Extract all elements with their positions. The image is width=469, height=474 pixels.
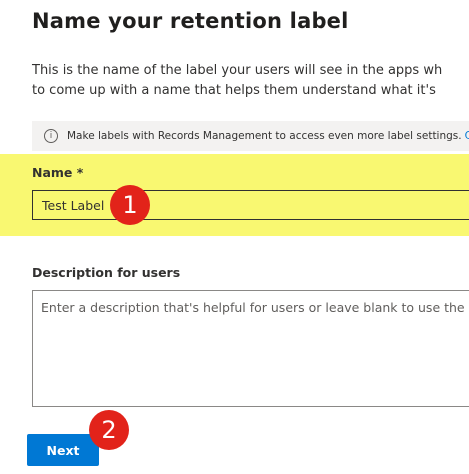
page-description-line: to come up with a name that helps them u…: [32, 83, 436, 98]
page-description-line: This is the name of the label your users…: [32, 63, 443, 78]
info-message-bar: i Make labels with Records Management to…: [32, 121, 469, 151]
step-marker-1: 1: [110, 185, 150, 225]
page-description: This is the name of the label your users…: [32, 61, 469, 101]
info-message-text: Make labels with Records Management to a…: [67, 130, 462, 142]
description-field-label: Description for users: [32, 265, 181, 280]
next-button[interactable]: Next: [27, 434, 99, 466]
step-marker-2: 2: [89, 410, 129, 450]
info-icon: i: [44, 129, 58, 143]
name-field-label: Name *: [32, 165, 84, 180]
page-title: Name your retention label: [32, 9, 349, 33]
name-input[interactable]: Test Label: [32, 190, 469, 220]
info-message-link[interactable]: C: [465, 130, 469, 142]
description-textarea[interactable]: Enter a description that's helpful for u…: [32, 290, 469, 407]
